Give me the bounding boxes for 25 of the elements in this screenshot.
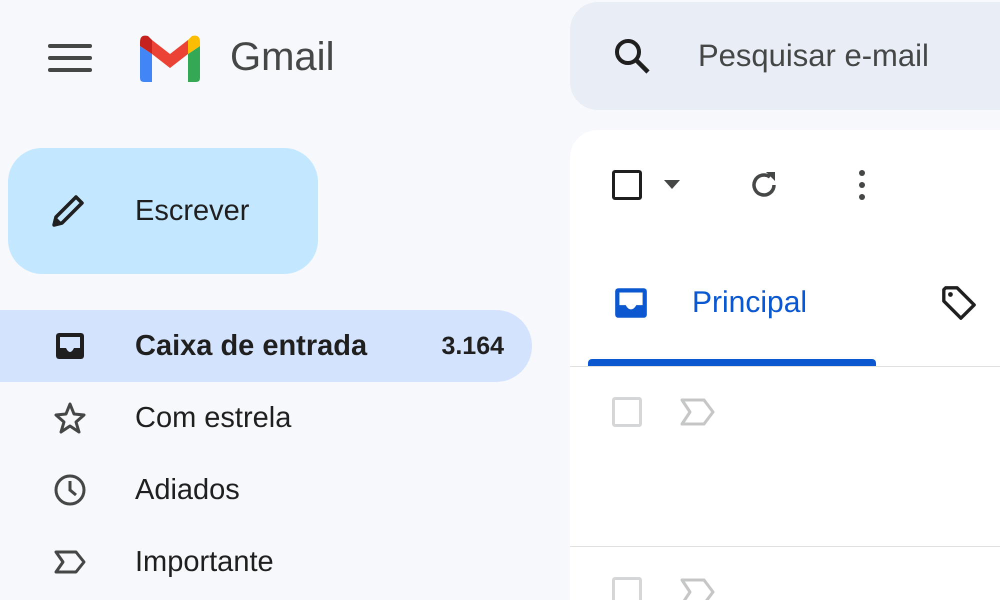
star-icon xyxy=(52,400,88,436)
nav-label: Com estrela xyxy=(135,402,292,434)
nav-item[interactable]: Caixa de entrada 3.164 xyxy=(0,310,532,382)
unread-count: 3.164 xyxy=(441,332,504,360)
tab[interactable]: Principal xyxy=(588,240,876,366)
importance-marker-icon[interactable] xyxy=(680,578,716,600)
nav-item[interactable]: Adiados xyxy=(0,454,532,526)
caret-icon[interactable] xyxy=(664,180,680,190)
clock-icon xyxy=(52,472,88,508)
tag-icon xyxy=(940,284,978,322)
nav-item[interactable]: Importante xyxy=(0,526,532,598)
nav-label: Importante xyxy=(135,546,274,578)
message-checkbox[interactable] xyxy=(612,577,642,600)
compose-button[interactable]: Escrever xyxy=(8,148,318,274)
importance-marker-icon[interactable] xyxy=(680,398,716,426)
search-field[interactable]: Pesquisar e-mail xyxy=(570,2,1000,110)
nav-item[interactable]: Com estrela xyxy=(0,382,532,454)
message-checkbox[interactable] xyxy=(612,397,642,427)
more-icon[interactable] xyxy=(858,169,866,201)
nav-label: Caixa de entrada xyxy=(135,330,368,362)
menu-icon[interactable] xyxy=(48,42,92,72)
search-icon[interactable] xyxy=(612,36,652,76)
app-name: Gmail xyxy=(230,35,334,80)
nav-label: Adiados xyxy=(135,474,240,506)
select-all-checkbox[interactable] xyxy=(612,170,642,200)
